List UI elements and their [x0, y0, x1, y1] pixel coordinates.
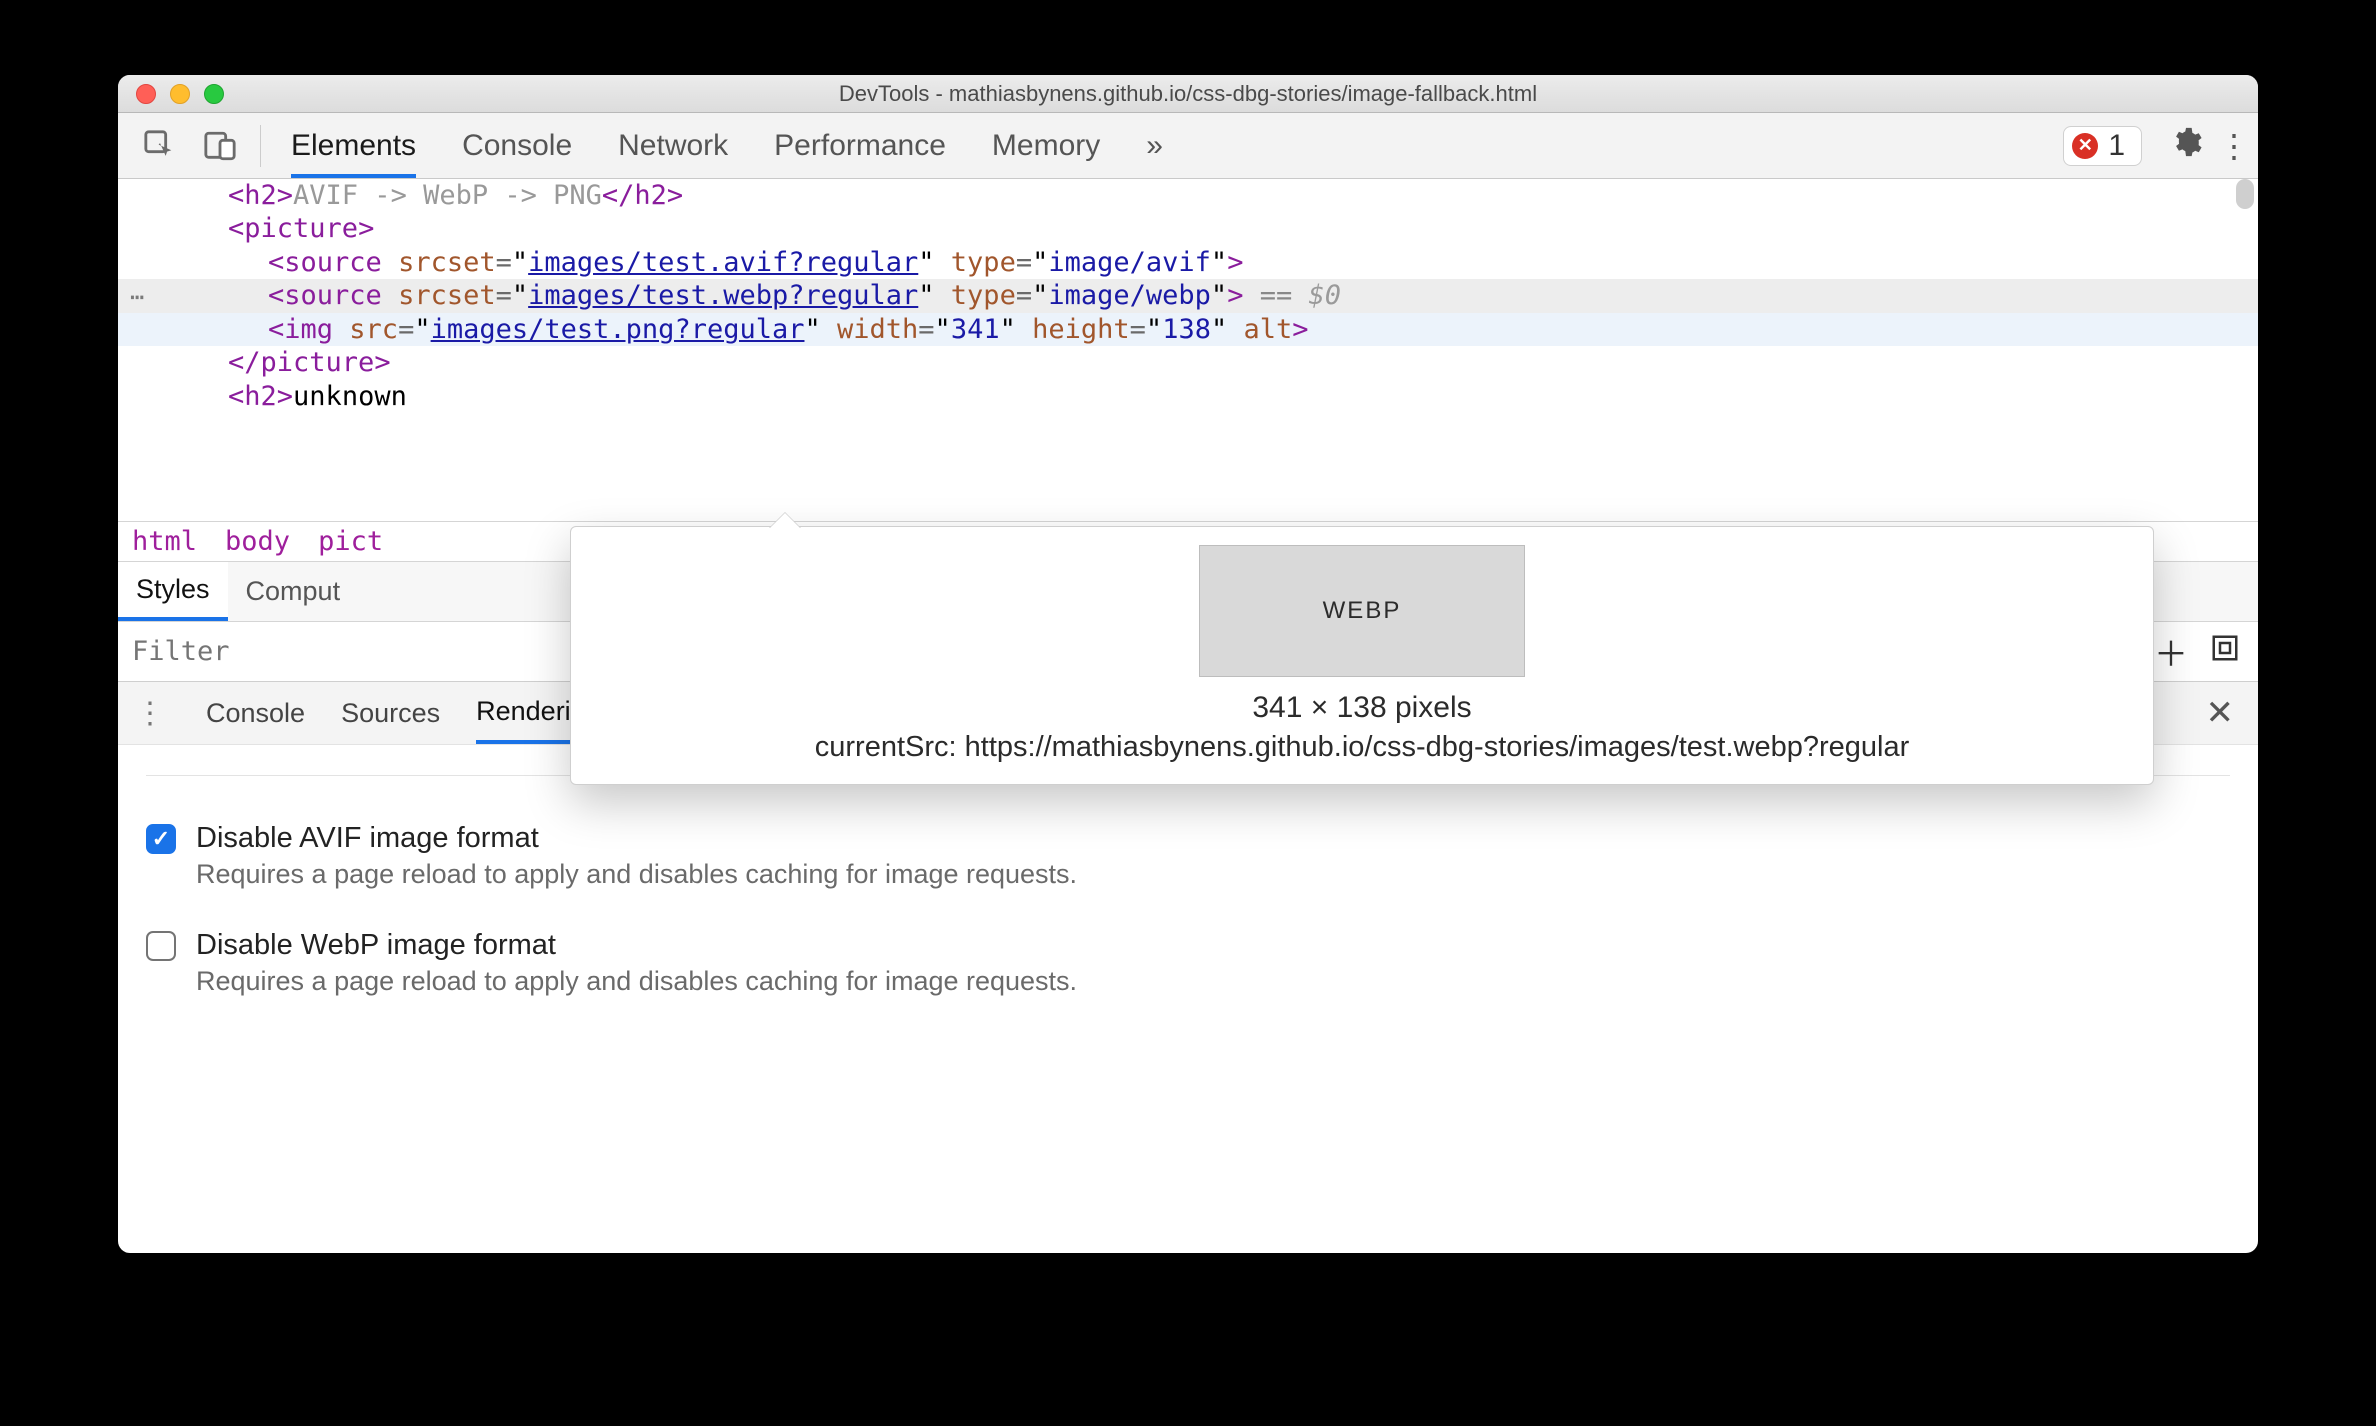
image-preview: WEBP: [1199, 545, 1525, 677]
drawer-close-icon[interactable]: ✕: [2206, 693, 2235, 733]
drawer-tab-sources[interactable]: Sources: [341, 682, 440, 744]
dom-img[interactable]: <img src="images/test.png?regular" width…: [118, 313, 2258, 346]
tab-memory[interactable]: Memory: [992, 113, 1100, 178]
crumb-picture[interactable]: pict: [318, 526, 383, 557]
window-title: DevTools - mathiasbynens.github.io/css-d…: [118, 81, 2258, 107]
inspect-element-icon[interactable]: [130, 129, 190, 163]
titlebar: DevTools - mathiasbynens.github.io/css-d…: [118, 75, 2258, 113]
dom-source-avif[interactable]: <source srcset="images/test.avif?regular…: [118, 246, 2258, 279]
dom-picture-close[interactable]: </picture>: [118, 346, 2258, 379]
dom-picture-open[interactable]: <picture>: [118, 212, 2258, 245]
image-dimensions: 341 × 138 pixels: [599, 691, 2125, 725]
option-desc: Requires a page reload to apply and disa…: [196, 963, 1077, 999]
dom-h2-open[interactable]: <h2>unknown: [118, 380, 2258, 413]
panel-tabs: Elements Console Network Performance Mem…: [271, 113, 1181, 178]
toolbar-divider: [260, 125, 261, 167]
toggle-device-icon[interactable]: [190, 129, 250, 163]
error-counter[interactable]: ✕ 1: [2063, 126, 2142, 166]
tabs-overflow-icon[interactable]: »: [1146, 129, 1163, 163]
tab-performance[interactable]: Performance: [774, 113, 946, 178]
minimize-window-button[interactable]: [170, 84, 190, 104]
option-disable-webp: Disable WebP image format Requires a pag…: [146, 927, 2230, 1000]
tab-elements[interactable]: Elements: [291, 113, 416, 178]
close-window-button[interactable]: [136, 84, 156, 104]
subtab-computed[interactable]: Comput: [228, 562, 359, 621]
image-current-src: currentSrc: https://mathiasbynens.github…: [599, 731, 2125, 764]
dom-line-cut[interactable]: <h2>AVIF -> WebP -> PNG</h2>: [118, 179, 2258, 212]
main-toolbar: Elements Console Network Performance Mem…: [118, 113, 2258, 179]
crumb-html[interactable]: html: [132, 526, 197, 557]
rendering-panel: ✓ Disable AVIF image format Requires a p…: [118, 744, 2258, 1043]
error-icon: ✕: [2072, 133, 2098, 159]
option-desc: Requires a page reload to apply and disa…: [196, 856, 1077, 892]
drawer-more-icon[interactable]: ⋮: [130, 696, 170, 731]
styles-filter-input[interactable]: [118, 636, 378, 667]
subtab-styles[interactable]: Styles: [118, 562, 228, 621]
image-preview-tooltip: WEBP 341 × 138 pixels currentSrc: https:…: [570, 526, 2154, 785]
option-title: Disable WebP image format: [196, 927, 1077, 963]
tab-console[interactable]: Console: [462, 113, 572, 178]
window-controls: [118, 84, 224, 104]
settings-gear-icon[interactable]: [2162, 125, 2210, 167]
devtools-window: DevTools - mathiasbynens.github.io/css-d…: [118, 75, 2258, 1253]
error-count-value: 1: [2108, 129, 2125, 163]
new-style-rule-button[interactable]: ＋: [2154, 627, 2188, 676]
option-disable-avif: ✓ Disable AVIF image format Requires a p…: [146, 820, 2230, 893]
scrollbar[interactable]: [2236, 179, 2254, 209]
option-title: Disable AVIF image format: [196, 820, 1077, 856]
checkbox-disable-avif[interactable]: ✓: [146, 824, 176, 854]
computed-toggle-icon[interactable]: [2210, 633, 2240, 670]
zoom-window-button[interactable]: [204, 84, 224, 104]
elements-panel[interactable]: <h2>AVIF -> WebP -> PNG</h2> <picture> <…: [118, 179, 2258, 521]
tab-network[interactable]: Network: [618, 113, 728, 178]
crumb-body[interactable]: body: [225, 526, 290, 557]
checkbox-disable-webp[interactable]: [146, 931, 176, 961]
drawer-tab-console[interactable]: Console: [206, 682, 305, 744]
dom-source-webp[interactable]: <source srcset="images/test.webp?regular…: [118, 279, 2258, 312]
more-menu-icon[interactable]: ⋮: [2210, 127, 2258, 165]
